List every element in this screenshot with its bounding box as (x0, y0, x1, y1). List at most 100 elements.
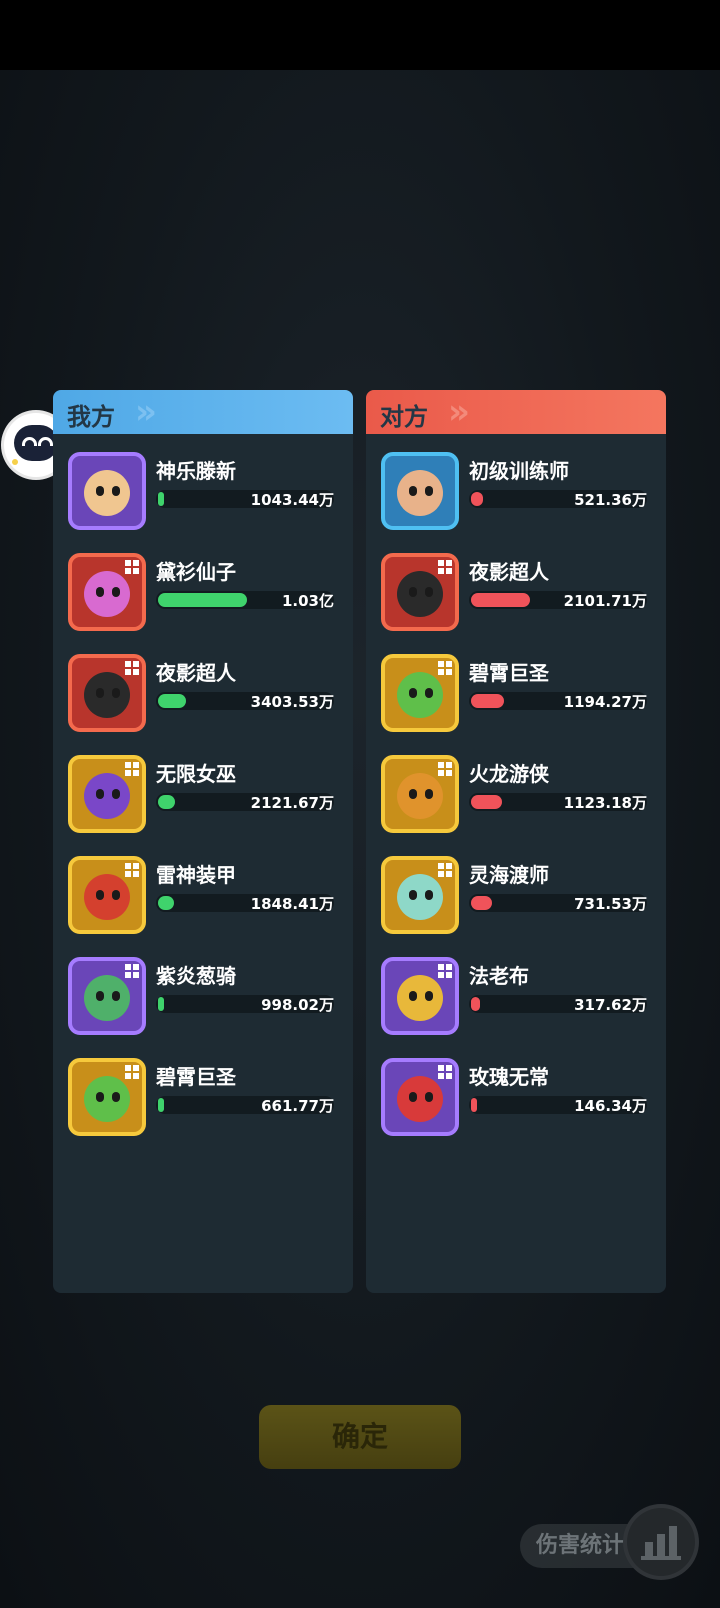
grid-icon (438, 661, 452, 675)
enemy-hero-row[interactable]: 法老布 317.62万 (381, 957, 661, 1039)
ally-hero-row[interactable]: 夜影超人 3403.53万 (68, 654, 348, 736)
hero-eye (409, 688, 417, 698)
enemy-hero-row[interactable]: 火龙游侠 1123.18万 (381, 755, 661, 837)
hero-portrait (397, 470, 443, 516)
damage-value: 317.62万 (574, 996, 647, 1014)
hero-eye (409, 486, 417, 496)
hero-eye (409, 789, 417, 799)
robot-cheek-left (12, 459, 18, 465)
robot-eye-left (22, 437, 37, 446)
hero-name: 雷神装甲 (156, 863, 236, 887)
hero-name: 法老布 (469, 964, 529, 988)
damage-bar-fill (471, 997, 480, 1011)
hero-avatar[interactable] (68, 755, 146, 833)
status-bar (0, 0, 720, 70)
hero-portrait (397, 874, 443, 920)
damage-bar-fill (158, 896, 174, 910)
hero-name: 灵海渡师 (469, 863, 549, 887)
damage-value: 1.03亿 (281, 592, 334, 610)
hero-avatar[interactable] (68, 654, 146, 732)
grid-icon (125, 1065, 139, 1079)
damage-value: 1043.44万 (250, 491, 334, 509)
robot-head (14, 425, 58, 461)
hero-eye (112, 688, 120, 698)
ally-hero-row[interactable]: 无限女巫 2121.67万 (68, 755, 348, 837)
hero-name: 神乐滕新 (156, 459, 236, 483)
damage-bar-fill (471, 492, 483, 506)
hero-name: 初级训练师 (469, 459, 569, 483)
damage-bar-fill (158, 1098, 164, 1112)
hero-eye (409, 890, 417, 900)
enemy-hero-row[interactable]: 玫瑰无常 146.34万 (381, 1058, 661, 1140)
hero-name: 夜影超人 (469, 560, 549, 584)
hero-name: 无限女巫 (156, 762, 236, 786)
damage-value: 1194.27万 (563, 693, 647, 711)
grid-icon (438, 863, 452, 877)
hero-avatar[interactable] (381, 452, 459, 530)
damage-value: 1123.18万 (563, 794, 647, 812)
hero-portrait (397, 975, 443, 1021)
damage-bar-fill (158, 997, 164, 1011)
hero-avatar[interactable] (68, 553, 146, 631)
grid-icon (438, 964, 452, 978)
hero-portrait (84, 571, 130, 617)
hero-avatar[interactable] (68, 1058, 146, 1136)
hero-name: 夜影超人 (156, 661, 236, 685)
hero-name: 玫瑰无常 (469, 1065, 549, 1089)
damage-value: 2101.71万 (563, 592, 647, 610)
hero-name: 黛衫仙子 (156, 560, 236, 584)
hero-eye (112, 486, 120, 496)
ally-hero-row[interactable]: 黛衫仙子 1.03亿 (68, 553, 348, 635)
damage-bar-fill (471, 1098, 477, 1112)
damage-bar-fill (471, 795, 502, 809)
hero-eye (425, 1092, 433, 1102)
hero-avatar[interactable] (381, 1058, 459, 1136)
grid-icon (438, 1065, 452, 1079)
enemy-hero-row[interactable]: 初级训练师 521.36万 (381, 452, 661, 534)
enemy-panel-header: 对方 » (366, 390, 666, 434)
hero-eye (96, 486, 104, 496)
hero-avatar[interactable] (381, 856, 459, 934)
ally-hero-row[interactable]: 碧霄巨圣 661.77万 (68, 1058, 348, 1140)
confirm-button[interactable]: 确定 (259, 1405, 461, 1469)
hero-portrait (397, 672, 443, 718)
enemy-hero-row[interactable]: 灵海渡师 731.53万 (381, 856, 661, 938)
hero-eye (96, 991, 104, 1001)
hero-eye (112, 890, 120, 900)
hero-avatar[interactable] (381, 957, 459, 1035)
bar-chart-icon[interactable] (627, 1508, 695, 1576)
ally-hero-row[interactable]: 雷神装甲 1848.41万 (68, 856, 348, 938)
hero-avatar[interactable] (381, 755, 459, 833)
hero-eye (112, 991, 120, 1001)
damage-bar-fill (471, 896, 492, 910)
hero-avatar[interactable] (68, 452, 146, 530)
hero-eye (409, 991, 417, 1001)
damage-value: 146.34万 (574, 1097, 647, 1115)
chevron-right-icon: » (135, 392, 157, 432)
grid-icon (125, 863, 139, 877)
hero-name: 碧霄巨圣 (156, 1065, 236, 1089)
damage-value: 998.02万 (261, 996, 334, 1014)
damage-bar-fill (158, 694, 186, 708)
hero-eye (112, 587, 120, 597)
hero-eye (96, 587, 104, 597)
grid-icon (125, 560, 139, 574)
hero-avatar[interactable] (381, 654, 459, 732)
hero-portrait (397, 571, 443, 617)
ally-hero-row[interactable]: 紫炎葱骑 998.02万 (68, 957, 348, 1039)
hero-avatar[interactable] (68, 957, 146, 1035)
hero-portrait (84, 874, 130, 920)
enemy-hero-row[interactable]: 夜影超人 2101.71万 (381, 553, 661, 635)
damage-value: 1848.41万 (250, 895, 334, 913)
grid-icon (438, 762, 452, 776)
ally-hero-row[interactable]: 神乐滕新 1043.44万 (68, 452, 348, 534)
hero-portrait (397, 1076, 443, 1122)
hero-avatar[interactable] (68, 856, 146, 934)
hero-portrait (84, 1076, 130, 1122)
enemy-hero-row[interactable]: 碧霄巨圣 1194.27万 (381, 654, 661, 736)
hero-portrait (84, 773, 130, 819)
damage-value: 521.36万 (574, 491, 647, 509)
hero-avatar[interactable] (381, 553, 459, 631)
damage-bar-fill (471, 593, 530, 607)
enemy-panel-title: 对方 (380, 403, 428, 431)
